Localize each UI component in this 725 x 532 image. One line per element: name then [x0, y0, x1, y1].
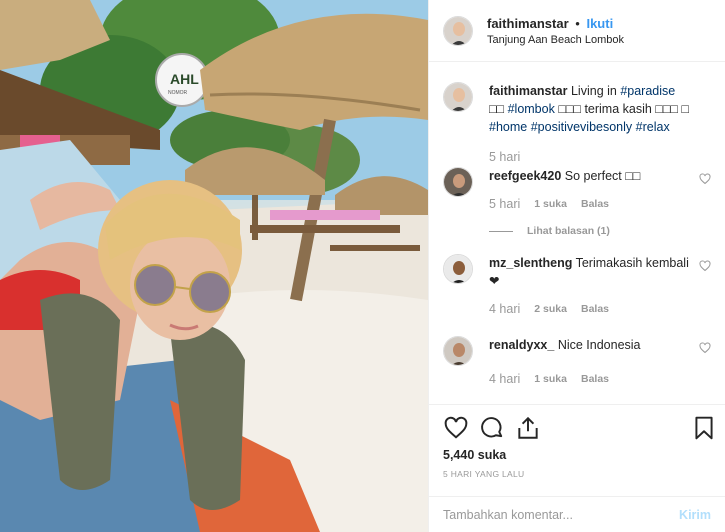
comment-time[interactable]: 4 hari — [489, 300, 520, 318]
caption-text: □□□ terima kasih □□□ □ — [554, 102, 689, 116]
view-replies-button[interactable]: Lihat balasan (1) — [489, 225, 711, 237]
avatar-image — [444, 255, 472, 283]
reply-button[interactable]: Balas — [581, 195, 609, 213]
hashtag-link[interactable]: #paradise — [620, 84, 675, 98]
post-photo[interactable]: AHL NOMOR — [0, 0, 428, 532]
heart-icon[interactable] — [699, 260, 711, 272]
avatar[interactable] — [443, 336, 473, 366]
caption-emoji: □□ — [489, 102, 505, 116]
avatar[interactable] — [443, 254, 473, 284]
reply-button[interactable]: Balas — [581, 370, 609, 388]
comment-likes[interactable]: 1 suka — [534, 195, 567, 213]
comment-time[interactable]: 5 hari — [489, 195, 520, 213]
avatar-image — [444, 168, 472, 196]
post-detail-panel: faithimanstar • Ikuti Tanjung Aan Beach … — [428, 0, 725, 532]
post-author-username[interactable]: faithimanstar — [487, 16, 569, 31]
comment-username[interactable]: renaldyxx_ — [489, 338, 554, 352]
comments-list[interactable]: faithimanstar Living in #paradise □□ #lo… — [429, 62, 725, 404]
hashtag-link[interactable]: #positivevibesonly — [531, 120, 632, 134]
caption: faithimanstar Living in #paradise □□ #lo… — [443, 82, 711, 166]
post-actions: 5,440 suka 5 HARI YANG LALU — [429, 404, 725, 496]
avatar-image — [444, 83, 472, 111]
beach-photo-illustration: AHL NOMOR — [0, 0, 428, 532]
header-text: faithimanstar • Ikuti Tanjung Aan Beach … — [487, 16, 624, 46]
bookmark-icon[interactable] — [691, 415, 717, 441]
hashtag-link[interactable]: #lombok — [508, 102, 555, 116]
likes-count[interactable]: 5,440 suka — [443, 448, 506, 462]
hashtag-link[interactable]: #home — [489, 120, 527, 134]
comment-time[interactable]: 4 hari — [489, 370, 520, 388]
avatar[interactable] — [443, 167, 473, 197]
comment-item: reefgeek420 So perfect □□ 5 hari 1 suka … — [443, 167, 711, 237]
add-comment-bar: Kirim — [429, 496, 725, 532]
heart-icon[interactable] — [699, 173, 711, 185]
comment-username[interactable]: mz_slentheng — [489, 256, 572, 270]
reply-button[interactable]: Balas — [581, 300, 609, 318]
heart-icon[interactable] — [443, 415, 469, 441]
comment-body: renaldyxx_ Nice Indonesia 4 hari 1 suka … — [489, 336, 711, 388]
comment-text: So perfect □□ — [564, 169, 641, 183]
comment-text: Nice Indonesia — [557, 338, 641, 352]
view-replies-label: Lihat balasan (1) — [527, 225, 610, 237]
caption-body: faithimanstar Living in #paradise □□ #lo… — [489, 82, 711, 166]
comment-likes[interactable]: 1 suka — [534, 370, 567, 388]
caption-username[interactable]: faithimanstar — [489, 84, 568, 98]
comment-icon[interactable] — [479, 415, 505, 441]
caption-text: Living in — [570, 84, 621, 98]
comment-item: renaldyxx_ Nice Indonesia 4 hari 1 suka … — [443, 336, 711, 388]
comment-item: mz_slentheng Terimakasih kembali❤ 4 hari… — [443, 254, 711, 318]
avatar[interactable] — [443, 15, 473, 46]
avatar-image — [444, 337, 472, 365]
post-header: faithimanstar • Ikuti Tanjung Aan Beach … — [429, 0, 725, 62]
comment-username[interactable]: reefgeek420 — [489, 169, 561, 183]
comment-body: reefgeek420 So perfect □□ 5 hari 1 suka … — [489, 167, 711, 213]
follow-button[interactable]: Ikuti — [586, 16, 613, 31]
action-icons — [443, 415, 717, 441]
post-timestamp[interactable]: 5 HARI YANG LALU — [443, 469, 525, 479]
share-icon[interactable] — [515, 415, 541, 441]
replies-divider — [489, 230, 513, 232]
photo-sign-sub: NOMOR — [168, 90, 188, 96]
comment-body: mz_slentheng Terimakasih kembali❤ 4 hari… — [489, 254, 711, 318]
hashtag-link[interactable]: #relax — [636, 120, 670, 134]
avatar[interactable] — [443, 82, 473, 112]
comment-input[interactable] — [443, 507, 680, 522]
comment-likes[interactable]: 2 suka — [534, 300, 567, 318]
avatar-image — [444, 16, 472, 45]
separator-dot: • — [575, 15, 580, 31]
heart-icon[interactable] — [699, 342, 711, 354]
post-comment-button[interactable]: Kirim — [679, 508, 711, 522]
caption-time[interactable]: 5 hari — [489, 148, 520, 166]
post-location[interactable]: Tanjung Aan Beach Lombok — [487, 34, 624, 46]
photo-sign-text: AHL — [170, 71, 199, 87]
